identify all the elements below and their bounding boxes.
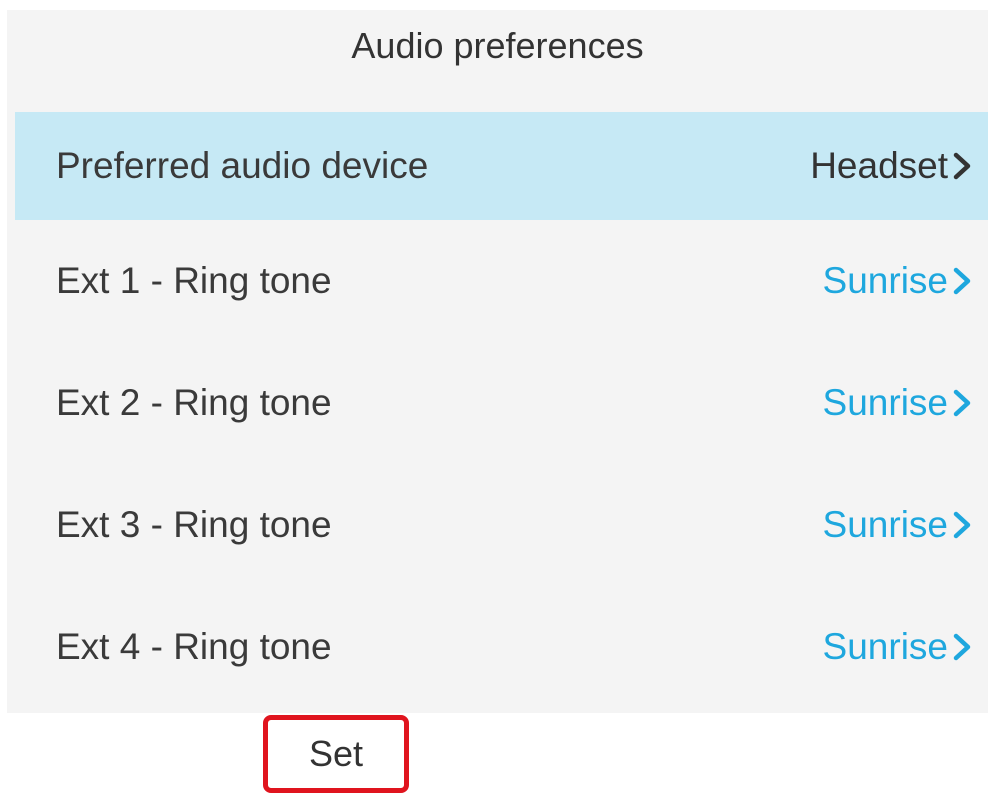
row-value: Headset <box>810 145 974 187</box>
row-value: Sunrise <box>823 382 974 424</box>
chevron-right-icon <box>950 266 974 296</box>
row-value: Sunrise <box>823 260 974 302</box>
row-ext4-ring-tone[interactable]: Ext 4 - Ring tone Sunrise <box>15 586 988 708</box>
preferences-list: Preferred audio device Headset Ext 1 - R… <box>15 112 988 708</box>
row-value: Sunrise <box>823 626 974 668</box>
chevron-right-icon <box>950 632 974 662</box>
screen-title: Audio preferences <box>351 25 644 66</box>
chevron-right-icon <box>950 510 974 540</box>
row-value-text: Sunrise <box>822 260 948 301</box>
row-value: Sunrise <box>823 504 974 546</box>
row-ext1-ring-tone[interactable]: Ext 1 - Ring tone Sunrise <box>15 220 988 342</box>
row-label: Ext 2 - Ring tone <box>56 382 332 423</box>
set-softkey-button[interactable]: Set <box>263 715 409 793</box>
row-label: Ext 3 - Ring tone <box>56 504 332 545</box>
chevron-right-icon <box>950 388 974 418</box>
row-ext2-ring-tone[interactable]: Ext 2 - Ring tone Sunrise <box>15 342 988 464</box>
row-ext3-ring-tone[interactable]: Ext 3 - Ring tone Sunrise <box>15 464 988 586</box>
row-label: Ext 1 - Ring tone <box>56 260 332 301</box>
row-label: Ext 4 - Ring tone <box>56 626 332 667</box>
softkey-bar: Set <box>0 713 990 797</box>
row-value-text: Sunrise <box>822 626 948 667</box>
chevron-right-icon <box>950 151 974 181</box>
row-value-text: Sunrise <box>822 504 948 545</box>
audio-preferences-screen: Audio preferences Preferred audio device… <box>7 10 988 713</box>
row-value-text: Headset <box>810 145 948 186</box>
row-preferred-audio-device[interactable]: Preferred audio device Headset <box>15 112 988 220</box>
row-label: Preferred audio device <box>56 145 429 186</box>
row-value-text: Sunrise <box>822 382 948 423</box>
